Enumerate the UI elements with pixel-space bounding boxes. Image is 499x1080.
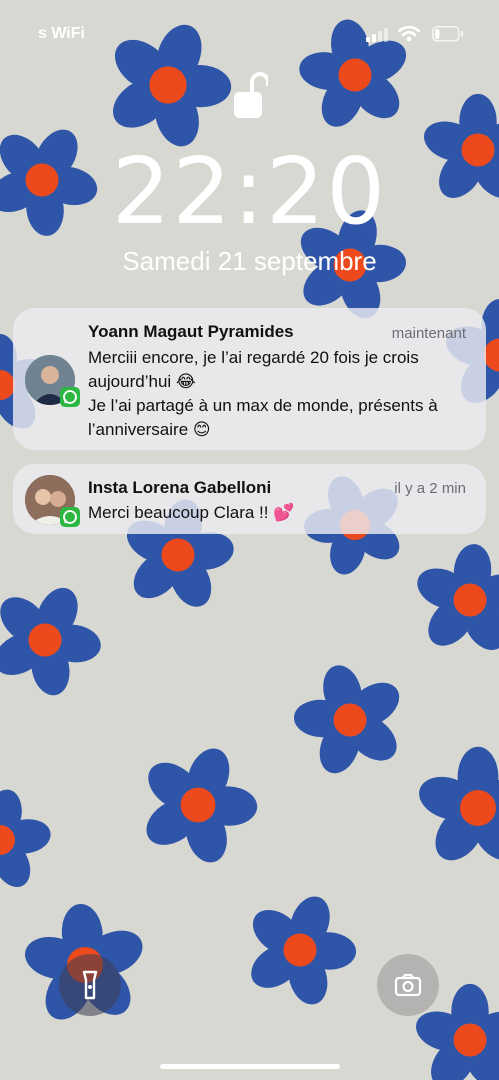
lock-screen-time: 22:20 — [111, 138, 388, 245]
wifi-icon — [398, 26, 420, 42]
notification-card[interactable]: Insta Lorena Gabelloni il y a 2 min Merc… — [13, 464, 486, 534]
notification-title: Insta Lorena Gabelloni — [88, 478, 272, 497]
notification-title: Yoann Magaut Pyramides — [88, 322, 294, 341]
status-bar: s WiFi — [0, 22, 499, 46]
notification-time: il y a 2 min — [394, 480, 466, 497]
flashlight-button[interactable] — [59, 954, 121, 1016]
whatsapp-icon — [60, 507, 80, 527]
flashlight-icon — [82, 970, 98, 1000]
unlocked-icon — [234, 72, 268, 118]
home-indicator[interactable] — [160, 1064, 340, 1069]
notification-time: maintenant — [391, 325, 466, 342]
notification-body: Merci beaucoup Clara !! 💕 — [88, 503, 295, 522]
carrier-label: s WiFi — [38, 25, 85, 42]
signal-icon — [366, 28, 388, 42]
camera-icon — [394, 973, 422, 997]
camera-button[interactable] — [377, 954, 439, 1016]
battery-icon — [432, 26, 464, 42]
notification-card[interactable]: Yoann Magaut Pyramides maintenant Mercii… — [13, 308, 486, 450]
notification-body: Merciii encore, je l’ai regardé 20 fois … — [88, 348, 438, 439]
whatsapp-icon — [60, 387, 80, 407]
lock-screen-date: Samedi 21 septembre — [122, 246, 377, 276]
